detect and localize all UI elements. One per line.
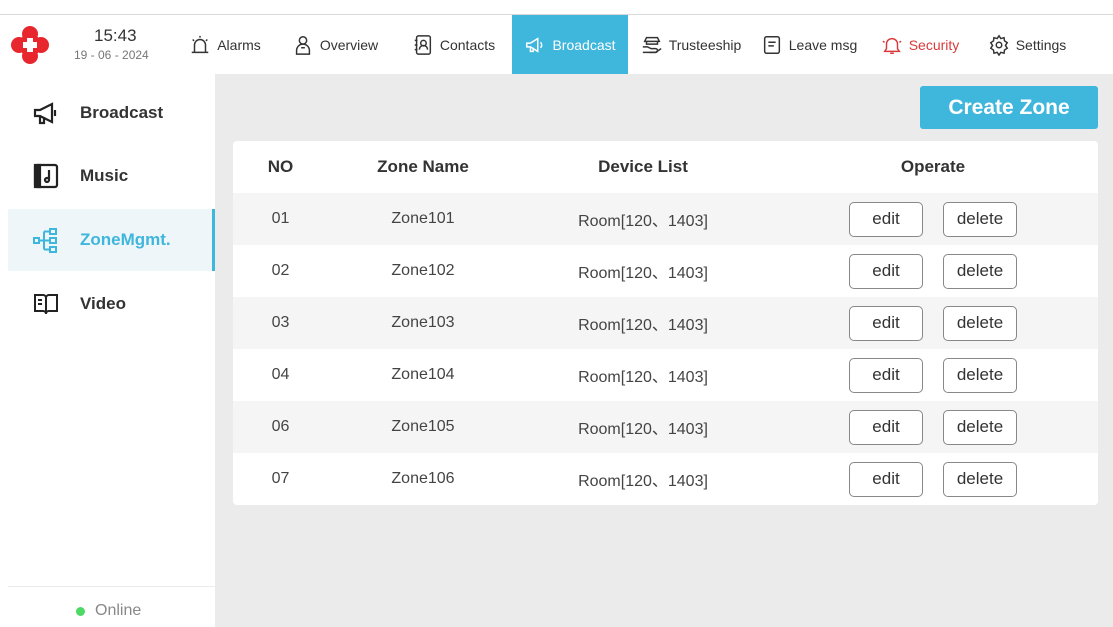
column-header-zone-name: Zone Name xyxy=(377,157,469,176)
book-video-icon xyxy=(34,294,58,315)
nav-trusteeship-label: Trusteeship xyxy=(668,36,742,53)
edit-button[interactable]: edit xyxy=(849,357,923,393)
trusteeship-icon xyxy=(642,36,662,53)
sidebar-item-zonemgmt[interactable]: ZoneMgmt. xyxy=(8,209,215,271)
broadcast-icon xyxy=(526,36,543,53)
row-zone-name: Zone103 xyxy=(391,314,455,331)
clock: 15:43 19 - 06 - 2024 xyxy=(60,15,175,74)
nav-broadcast[interactable]: Broadcast xyxy=(512,15,628,74)
nav-alarms-label: Alarms xyxy=(217,36,261,53)
clock-time: 15:43 xyxy=(94,25,137,45)
zone-table: NO Zone Name Device List Operate 01 Zone1… xyxy=(233,141,1098,505)
nav-broadcast-label: Broadcast xyxy=(552,36,616,53)
row-device-list: Room[120、1403] xyxy=(578,265,708,282)
row-zone-name: Zone101 xyxy=(391,210,455,227)
delete-button[interactable]: delete xyxy=(943,409,1017,445)
edit-button[interactable]: edit xyxy=(849,201,923,237)
sidebar-item-label: ZoneMgmt. xyxy=(80,230,171,249)
nav-overview-label: Overview xyxy=(319,36,379,53)
sidebar-item-video[interactable]: Video xyxy=(8,273,215,335)
megaphone-icon xyxy=(33,102,57,125)
sidebar-item-music[interactable]: Music xyxy=(8,145,215,207)
row-operate: edit delete xyxy=(768,357,1098,393)
sidebar-divider xyxy=(8,586,215,587)
nav-settings-label: Settings xyxy=(1015,36,1067,53)
row-no: 07 xyxy=(271,470,290,487)
sidebar-item-broadcast[interactable]: Broadcast xyxy=(8,82,215,144)
row-operate: edit delete xyxy=(768,253,1098,289)
row-device-list: Room[120、1403] xyxy=(578,317,708,334)
row-zone-name: Zone105 xyxy=(391,418,455,435)
nav-trusteeship[interactable]: Trusteeship xyxy=(628,15,754,74)
row-operate: edit delete xyxy=(768,409,1098,445)
row-operate: edit delete xyxy=(768,201,1098,237)
top-bar: 15:43 19 - 06 - 2024 Alarms Overview Con… xyxy=(0,14,1113,74)
row-zone-name: Zone106 xyxy=(391,470,455,487)
row-operate: edit delete xyxy=(768,461,1098,497)
nav-alarms[interactable]: Alarms xyxy=(175,15,275,74)
edit-button[interactable]: edit xyxy=(849,409,923,445)
nav-contacts[interactable]: Contacts xyxy=(395,15,512,74)
delete-button[interactable]: delete xyxy=(943,253,1017,289)
leave-msg-icon xyxy=(763,35,780,54)
table-header: NO Zone Name Device List Operate xyxy=(233,141,1098,193)
sidebar-item-label: Video xyxy=(80,294,126,313)
row-device-list: Room[120、1403] xyxy=(578,213,708,230)
nav-leave-msg[interactable]: Leave msg xyxy=(754,15,864,74)
row-no: 03 xyxy=(271,314,290,331)
nav-overview[interactable]: Overview xyxy=(275,15,395,74)
table-row: 04 Zone104 Room[120、1403] edit delete xyxy=(233,349,1098,401)
table-row: 03 Zone103 Room[120、1403] edit delete xyxy=(233,297,1098,349)
row-device-list: Room[120、1403] xyxy=(578,473,708,490)
delete-button[interactable]: delete xyxy=(943,461,1017,497)
edit-button[interactable]: edit xyxy=(849,461,923,497)
zone-tree-icon xyxy=(33,228,57,253)
security-bell-icon xyxy=(882,37,902,54)
nav-settings[interactable]: Settings xyxy=(976,15,1078,74)
column-header-no: NO xyxy=(267,157,294,176)
clock-date: 19 - 06 - 2024 xyxy=(74,47,149,62)
row-no: 01 xyxy=(271,210,290,227)
row-no: 06 xyxy=(271,418,290,435)
row-no: 04 xyxy=(271,366,290,383)
online-status: Online xyxy=(76,602,141,620)
delete-button[interactable]: delete xyxy=(943,305,1017,341)
online-status-label: Online xyxy=(95,602,142,619)
row-zone-name: Zone102 xyxy=(391,262,455,279)
create-zone-button[interactable]: Create Zone xyxy=(920,86,1098,129)
column-header-operate: Operate xyxy=(900,157,966,176)
contacts-icon xyxy=(414,34,431,55)
edit-button[interactable]: edit xyxy=(849,305,923,341)
row-device-list: Room[120、1403] xyxy=(578,369,708,386)
sidebar: Broadcast Music ZoneMgmt. Video Online xyxy=(0,74,215,627)
table-row: 06 Zone105 Room[120、1403] edit delete xyxy=(233,401,1098,453)
alarm-icon xyxy=(191,35,209,53)
table-body: 01 Zone101 Room[120、1403] edit delete 02 Zone1… xyxy=(233,193,1098,505)
row-device-list: Room[120、1403] xyxy=(578,421,708,438)
online-dot-icon xyxy=(76,606,85,616)
nav-security[interactable]: Security xyxy=(864,15,976,74)
overview-icon xyxy=(295,35,310,55)
delete-button[interactable]: delete xyxy=(943,357,1017,393)
column-header-device-list: Device List xyxy=(598,157,688,176)
sidebar-item-label: Broadcast xyxy=(80,103,164,122)
settings-gear-icon xyxy=(989,34,1008,56)
main-panel: Create Zone NO Zone Name Device List Ope… xyxy=(215,74,1113,627)
music-icon xyxy=(33,163,59,189)
app-logo xyxy=(0,15,60,74)
nav-security-label: Security xyxy=(908,36,960,53)
table-row: 01 Zone101 Room[120、1403] edit delete xyxy=(233,193,1098,245)
nav-contacts-label: Contacts xyxy=(439,36,496,53)
nav-leave-msg-label: Leave msg xyxy=(788,36,858,53)
row-no: 02 xyxy=(271,262,290,279)
top-nav: Alarms Overview Contacts Broadcast Trust… xyxy=(175,15,1113,74)
table-row: 07 Zone106 Room[120、1403] edit delete xyxy=(233,453,1098,505)
row-operate: edit delete xyxy=(768,305,1098,341)
row-zone-name: Zone104 xyxy=(391,366,455,383)
edit-button[interactable]: edit xyxy=(849,253,923,289)
medical-cross-logo-icon xyxy=(11,25,49,64)
table-row: 02 Zone102 Room[120、1403] edit delete xyxy=(233,245,1098,297)
delete-button[interactable]: delete xyxy=(943,201,1017,237)
sidebar-item-label: Music xyxy=(80,166,129,185)
